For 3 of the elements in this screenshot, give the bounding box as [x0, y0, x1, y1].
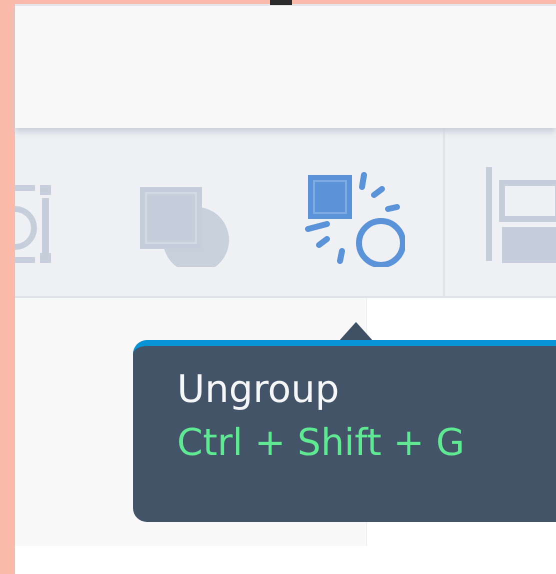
handle-mark — [270, 0, 292, 5]
tooltip-title: Ungroup — [177, 366, 340, 413]
shortcut-text: Ctrl + Shift + G — [177, 420, 465, 466]
